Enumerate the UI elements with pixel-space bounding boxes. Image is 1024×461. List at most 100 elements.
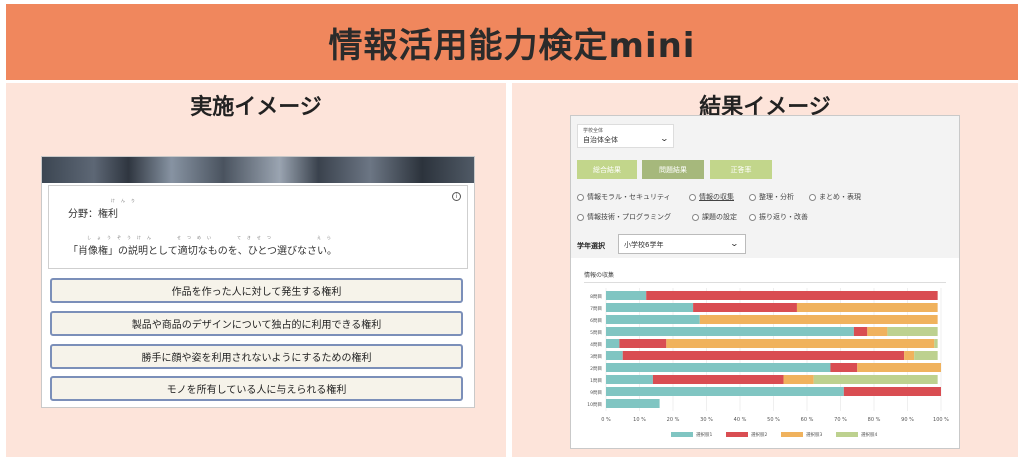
x-tick-label: 90 %: [901, 417, 914, 423]
bar-segment: [606, 375, 653, 384]
radio-info-moral[interactable]: 情報モラル・セキュリティ: [577, 192, 671, 202]
radio-reflection-improvement[interactable]: 振り返り・改善: [749, 212, 808, 222]
grade-select-value: 小学校6学年: [624, 241, 664, 249]
info-icon[interactable]: i: [452, 192, 461, 201]
banner-title: 情報活用能力検定mini: [328, 25, 696, 66]
ruby-annotation: けんり: [111, 198, 141, 203]
quiz-screen-mock: i けんり 分野：権利 しょうぞうけん せつめい てきせつ えら 「肖像権」の説…: [41, 156, 475, 408]
header-photo: [42, 157, 474, 183]
bar-segment: [796, 303, 938, 312]
chevron-down-icon: ⌄: [659, 134, 670, 143]
x-tick-label: 100 %: [933, 417, 949, 423]
category-label: 5問目: [590, 330, 602, 336]
answer-option-3[interactable]: 勝手に顔や姿を利用されないようにするための権利: [50, 344, 463, 369]
scope-select[interactable]: 学校全体 自治体全体 ⌄: [577, 124, 674, 148]
scope-select-value: 自治体全体: [583, 136, 618, 144]
legend-label: 選択肢3: [806, 431, 822, 438]
filter-area: 学校全体 自治体全体 ⌄ 総合結果 問題結果 正答率 情報モラル・セキュリティ …: [571, 116, 959, 258]
bar-segment: [853, 327, 868, 336]
bar-segment: [622, 351, 905, 360]
bar-segment: [619, 339, 667, 348]
legend-swatch: [671, 432, 693, 437]
x-tick-label: 40 %: [734, 417, 747, 423]
x-tick-label: 50 %: [767, 417, 780, 423]
radio-summarize-express[interactable]: まとめ・表現: [809, 192, 861, 202]
question-text: 「肖像権」の説明として適切なものを、ひとつ選びなさい。: [68, 246, 337, 257]
bar-segment: [904, 351, 915, 360]
bar-segment: [887, 327, 938, 336]
radio-dot-icon: [692, 213, 699, 221]
legend-label: 選択肢2: [751, 431, 767, 438]
category-label: 1問目: [590, 378, 602, 384]
bar-segment: [857, 363, 941, 372]
answer-option-1[interactable]: 作品を作った人に対して発生する権利: [50, 278, 463, 303]
radio-dot-icon: [809, 193, 816, 201]
x-tick-label: 80 %: [868, 417, 881, 423]
bar-segment: [606, 339, 620, 348]
bar-segment: [693, 303, 797, 312]
radio-info-collection[interactable]: 情報の収集: [689, 192, 734, 202]
chevron-down-icon: ⌄: [729, 239, 740, 248]
stacked-bar-chart: 0 % 10 % 20 % 30 % 40 % 50 % 60 % 70 % 80 % 90 % 1…: [587, 288, 949, 438]
x-tick-label: 70 %: [834, 417, 847, 423]
legend-swatch: [781, 432, 803, 437]
radio-dot-icon: [749, 213, 756, 221]
category-label: 4問目: [590, 342, 602, 348]
bar-segment: [652, 375, 784, 384]
bar-segment: [666, 339, 935, 348]
category-label: 2問目: [590, 366, 602, 372]
bar-segment: [606, 351, 623, 360]
field-label: 分野：権利: [68, 209, 118, 220]
bar-segment: [699, 315, 938, 324]
result-panel: 結果イメージ 学校全体 自治体全体 ⌄ 総合結果 問題結果 正答率 情報モラル・…: [512, 83, 1018, 457]
x-tick-label: 10 %: [633, 417, 646, 423]
radio-dot-icon: [577, 193, 584, 201]
radio-task-setting[interactable]: 課題の設定: [692, 212, 737, 222]
bar-segment: [606, 303, 694, 312]
bar-segment: [914, 351, 938, 360]
bar-segment: [830, 363, 858, 372]
title-banner: 情報活用能力検定mini: [6, 4, 1018, 80]
bar-segment: [606, 387, 844, 396]
bar-segment: [934, 339, 938, 348]
radio-dot-icon: [749, 193, 756, 201]
implementation-panel: 実施イメージ i けんり 分野：権利 しょうぞうけん せつめい てきせつ えら …: [6, 83, 506, 457]
answer-option-2[interactable]: 製品や商品のデザインについて独占的に利用できる権利: [50, 311, 463, 336]
bar-segment: [606, 327, 854, 336]
x-tick-label: 30 %: [700, 417, 713, 423]
category-label: 7問目: [590, 306, 602, 312]
category-label: 10問目: [587, 402, 602, 408]
ruby-annotation: しょうぞうけん せつめい てきせつ えら: [87, 235, 337, 240]
answer-option-4[interactable]: モノを所有している人に与えられる権利: [50, 376, 463, 401]
radio-info-tech-programming[interactable]: 情報技術・プログラミング: [577, 212, 671, 222]
legend-swatch: [726, 432, 748, 437]
bar-segment: [606, 315, 700, 324]
result-dashboard-mock: 学校全体 自治体全体 ⌄ 総合結果 問題結果 正答率 情報モラル・セキュリティ …: [570, 115, 960, 449]
implementation-panel-title: 実施イメージ: [190, 95, 322, 120]
radio-organize-analyze[interactable]: 整理・分析: [749, 192, 794, 202]
bar-segment: [606, 291, 647, 300]
bar-segment: [813, 375, 938, 384]
bar-segment: [783, 375, 814, 384]
x-tick-label: 0 %: [601, 417, 611, 423]
x-tick-label: 20 %: [667, 417, 680, 423]
bar-segment: [606, 363, 831, 372]
grade-select[interactable]: 小学校6学年 ⌄: [618, 234, 746, 254]
category-label: 3問目: [590, 354, 602, 360]
question-box: i けんり 分野：権利 しょうぞうけん せつめい てきせつ えら 「肖像権」の説…: [48, 185, 468, 269]
radio-dot-icon: [689, 193, 696, 201]
category-label: 9問目: [590, 390, 602, 396]
category-label: 8問目: [590, 294, 602, 300]
bar-segment: [646, 291, 938, 300]
legend-label: 選択肢1: [696, 431, 712, 438]
radio-dot-icon: [577, 213, 584, 221]
bar-segment: [606, 399, 660, 408]
tab-correct-rate[interactable]: 正答率: [710, 160, 772, 179]
tab-overall-results[interactable]: 総合結果: [577, 160, 637, 179]
tab-question-results[interactable]: 問題結果: [642, 160, 704, 179]
scope-select-label: 学校全体: [583, 128, 604, 134]
x-tick-label: 60 %: [801, 417, 814, 423]
legend-label: 選択肢4: [861, 431, 877, 438]
legend-swatch: [836, 432, 858, 437]
bar-segment: [867, 327, 888, 336]
